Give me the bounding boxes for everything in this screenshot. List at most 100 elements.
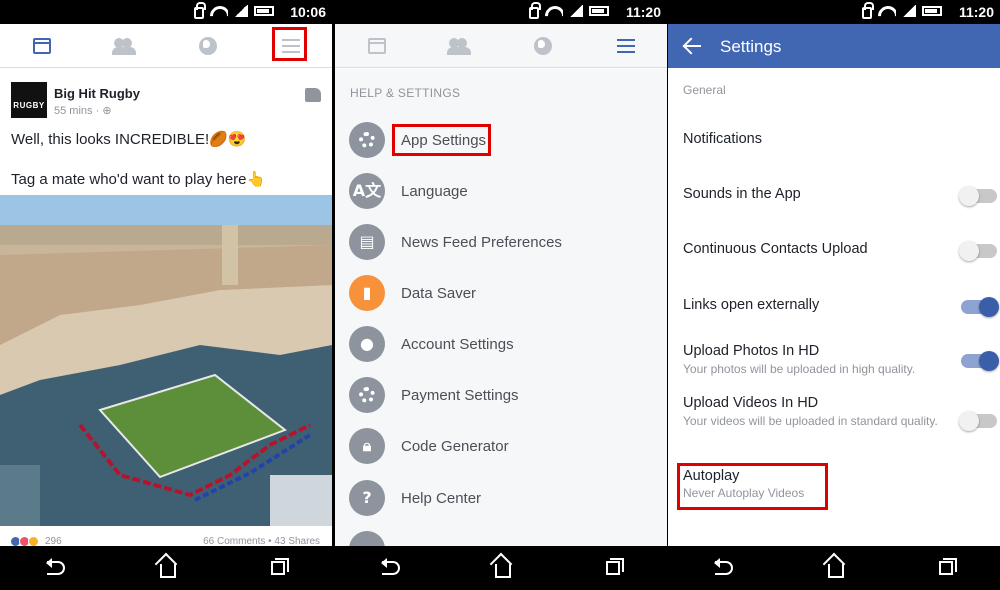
toggle-knob [979, 297, 999, 317]
recent-apps-icon[interactable] [270, 558, 289, 575]
home-icon[interactable] [159, 564, 176, 578]
home-icon[interactable] [827, 564, 844, 578]
account-gear-icon: ● [349, 326, 385, 362]
menu-item-payment-settings[interactable]: Payment Settings [335, 373, 667, 417]
sounds-toggle[interactable] [959, 186, 997, 206]
tab-friends[interactable] [440, 28, 480, 64]
setting-title: Continuous Contacts Upload [683, 241, 868, 257]
tab-news-feed[interactable] [357, 28, 397, 64]
post-header: RUGBY Big Hit Rugby 55 mins · ⊕ [11, 82, 321, 122]
setting-subtitle: Never Autoplay Videos [683, 486, 805, 500]
signal-icon [569, 5, 583, 17]
friends-icon [111, 37, 136, 55]
toggle-knob [959, 186, 979, 206]
menu-icon [616, 38, 635, 53]
status-bar: 11:20 [668, 0, 1000, 24]
tab-notifications[interactable] [188, 28, 228, 64]
screens: 10:06 RUGBY Big Hit Rugby 55 mins · ⊕ We… [0, 0, 1000, 590]
post-footer: 296 66 Comments • 43 Shares [0, 534, 332, 547]
setting-title: Notifications [683, 131, 762, 147]
menu-item-language[interactable]: A文 Language [335, 169, 667, 213]
recent-apps-icon[interactable] [605, 558, 624, 575]
videos-hd-toggle[interactable] [959, 411, 997, 431]
wifi-icon [210, 4, 228, 18]
battery-icon [922, 6, 942, 16]
lock-icon [529, 2, 541, 19]
globe-small-icon: ⊕ [102, 105, 112, 117]
setting-title: Upload Videos In HD [683, 395, 819, 411]
setting-notifications[interactable]: Notifications [683, 131, 988, 147]
android-nav-bar [335, 546, 667, 590]
menu-item-app-settings[interactable]: App Settings [335, 118, 667, 162]
page-title: Settings [720, 37, 782, 56]
tab-news-feed[interactable] [22, 28, 62, 64]
tab-menu[interactable] [606, 28, 646, 64]
setting-contacts-upload[interactable]: Continuous Contacts Upload [683, 241, 997, 261]
friends-icon [446, 37, 471, 55]
photos-hd-toggle[interactable] [961, 351, 999, 371]
translate-icon: A文 [349, 173, 385, 209]
settings-screen: 11:20 Settings General Notifications Sou… [668, 0, 1000, 590]
menu-item-news-feed-preferences[interactable]: ▤ News Feed Preferences [335, 220, 667, 264]
setting-subtitle: Your photos will be uploaded in high qua… [683, 362, 916, 376]
back-icon[interactable] [714, 558, 734, 575]
setting-links-open-externally[interactable]: Links open externally [683, 297, 999, 317]
post-author[interactable]: Big Hit Rugby [54, 86, 140, 101]
menu-item-label: Payment Settings [401, 387, 519, 404]
menu-item-label: Language [401, 183, 468, 200]
tab-bar [335, 24, 667, 68]
menu-item-label: Help Center [401, 490, 482, 507]
post-line-2: Tag a mate who'd want to play here👆 [11, 171, 266, 188]
back-icon[interactable] [46, 558, 66, 575]
post-image[interactable] [0, 195, 332, 526]
status-time: 11:20 [625, 4, 661, 20]
home-icon[interactable] [494, 564, 511, 578]
tab-bar [0, 24, 332, 68]
wifi-icon [545, 4, 563, 18]
bar-chart-icon: ▮ [349, 275, 385, 311]
menu-item-data-saver[interactable]: ▮ Data Saver [335, 271, 667, 315]
news-feed-screen: 10:06 RUGBY Big Hit Rugby 55 mins · ⊕ We… [0, 0, 332, 590]
thumbs-up-icon[interactable] [305, 88, 321, 102]
lock-icon: 🔒︎ [349, 428, 385, 464]
tab-notifications[interactable] [523, 28, 563, 64]
menu-item-label: Code Generator [401, 438, 509, 455]
recent-apps-icon[interactable] [938, 558, 957, 575]
menu-item-help-center[interactable]: ? Help Center [335, 476, 667, 520]
setting-subtitle: Your videos will be uploaded in standard… [683, 414, 938, 428]
gear-icon [349, 122, 385, 158]
lock-icon [862, 2, 874, 19]
avatar[interactable]: RUGBY [11, 82, 47, 118]
setting-sounds-in-app[interactable]: Sounds in the App [683, 186, 997, 206]
setting-autoplay[interactable]: Autoplay Never Autoplay Videos [683, 468, 988, 501]
contacts-upload-toggle[interactable] [959, 241, 997, 261]
rugby-field-photo [0, 195, 332, 526]
battery-icon [254, 6, 274, 16]
signal-icon [902, 5, 916, 17]
news-feed-icon: ▤ [349, 224, 385, 260]
links-external-toggle[interactable] [961, 297, 999, 317]
tab-menu[interactable] [271, 28, 311, 64]
menu-item-label: App Settings [401, 132, 487, 149]
status-bar: 11:20 [335, 0, 667, 24]
menu-item-label: News Feed Preferences [401, 234, 562, 251]
menu-item-label: Account Settings [401, 336, 514, 353]
battery-icon [589, 6, 609, 16]
setting-upload-videos-hd[interactable]: Upload Videos In HD Your videos will be … [683, 395, 997, 431]
settings-header: Settings [668, 24, 1000, 68]
back-arrow-icon[interactable] [682, 36, 702, 56]
menu-item-label: Data Saver [401, 285, 477, 302]
menu-screen: 11:20 HELP & SETTINGS App Settings A文 La… [335, 0, 667, 590]
menu-item-code-generator[interactable]: 🔒︎ Code Generator [335, 424, 667, 468]
toggle-knob [959, 241, 979, 261]
android-nav-bar [0, 546, 332, 590]
back-icon[interactable] [381, 558, 401, 575]
post-line-1: Well, this looks INCREDIBLE!🏉😍 [11, 131, 247, 148]
question-icon: ? [349, 480, 385, 516]
menu-item-account-settings[interactable]: ● Account Settings [335, 322, 667, 366]
news-feed-icon [367, 37, 386, 54]
setting-title: Autoplay [683, 468, 740, 484]
android-nav-bar [668, 546, 1000, 590]
tab-friends[interactable] [105, 28, 145, 64]
setting-upload-photos-hd[interactable]: Upload Photos In HD Your photos will be … [683, 343, 999, 377]
